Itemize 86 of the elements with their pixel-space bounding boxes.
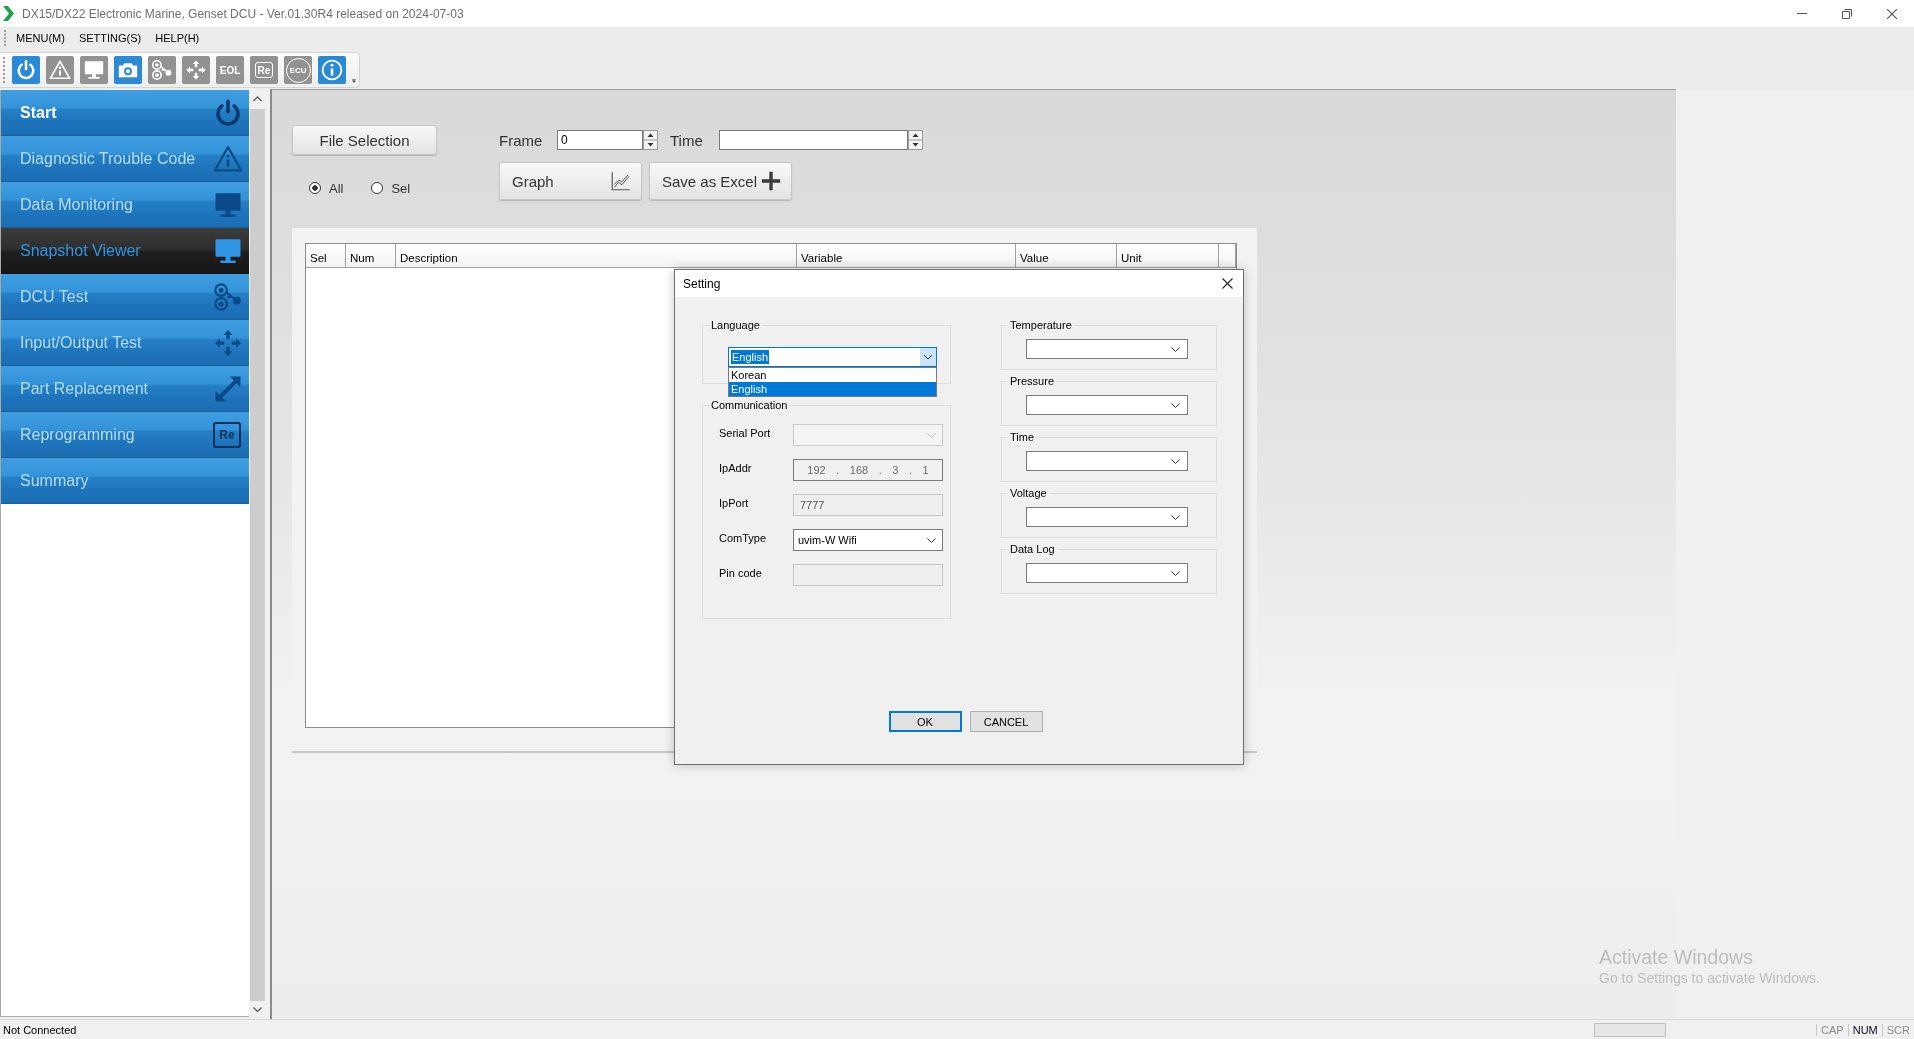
frame-field[interactable]: 0: [557, 130, 643, 150]
monitor-icon: [83, 59, 105, 81]
scroll-up-icon[interactable]: [253, 96, 262, 102]
caret-down-icon[interactable]: [352, 78, 356, 84]
action-button[interactable]: Graph: [499, 162, 642, 200]
scrollbar-thumb[interactable]: [250, 108, 265, 1001]
time-field[interactable]: [719, 130, 908, 150]
field-label: Pin code: [719, 566, 763, 579]
spinner-icon[interactable]: [643, 130, 658, 150]
dialog-button[interactable]: CANCEL: [969, 711, 1043, 732]
re-box-icon: Re: [213, 421, 241, 448]
dropdown-field[interactable]: [1026, 339, 1188, 359]
column-header: Sel: [306, 244, 346, 267]
circles-icon: [213, 281, 243, 312]
field-label: Serial Port: [719, 426, 772, 439]
line-chart-icon: [611, 171, 631, 191]
warning-icon: [213, 143, 243, 174]
field-label: Frame: [499, 131, 544, 149]
menu-item[interactable]: HELP(H): [155, 32, 200, 44]
dropdown-option[interactable]: English: [729, 382, 936, 396]
dropdown-option[interactable]: Korean: [729, 368, 936, 382]
power-icon: [213, 97, 243, 128]
group-label: Data Log: [1009, 543, 1056, 556]
dropdown-field[interactable]: [1026, 395, 1188, 415]
chevron-down-icon: [1171, 570, 1180, 576]
field-label: IpAddr: [719, 461, 753, 474]
radio-button[interactable]: [371, 182, 384, 194]
dialog-title: Setting: [683, 276, 721, 291]
toolbar-button[interactable]: [12, 56, 40, 84]
column-header: Variable: [797, 244, 1016, 267]
file-selection-button[interactable]: File Selection: [292, 125, 437, 155]
radio-button[interactable]: [309, 182, 321, 194]
dropdown-field[interactable]: [1026, 451, 1188, 471]
key-indicator: SCR: [1881, 1023, 1914, 1036]
dropdown-field[interactable]: [1026, 563, 1188, 583]
scroll-down-icon[interactable]: [253, 1006, 262, 1012]
column-header: Description: [396, 244, 797, 267]
chevron-down-icon: [927, 432, 936, 438]
field-label: ComType: [719, 531, 768, 544]
arrows-icon: [185, 59, 207, 81]
radio-label: All: [329, 180, 344, 196]
chevron-logo-icon: [3, 6, 14, 21]
circles-icon: [151, 59, 173, 81]
chevron-down-icon: [1171, 514, 1180, 520]
menu-item[interactable]: SETTING(S): [78, 32, 142, 44]
toolbar-button[interactable]: [318, 56, 346, 84]
language-dropdown[interactable]: English: [728, 347, 937, 367]
field-label: IpPort: [719, 496, 750, 509]
plus-icon: [761, 171, 781, 191]
column-header: Unit: [1117, 244, 1219, 267]
chevron-down-icon: [1171, 346, 1180, 352]
close-icon[interactable]: [1886, 8, 1897, 19]
column-header: Value: [1016, 244, 1117, 267]
spinner-icon[interactable]: [908, 130, 923, 150]
action-button[interactable]: Save as Excel: [649, 162, 792, 200]
chevron-down-icon: [1171, 402, 1180, 408]
key-indicator: CAP: [1816, 1023, 1848, 1036]
group-label: Pressure: [1009, 375, 1056, 388]
info-icon: [321, 59, 343, 81]
restore-icon[interactable]: [1841, 8, 1852, 19]
warning-icon: [49, 59, 71, 81]
window-title: DX15/DX22 Electronic Marine, Genset DCU - Ver.01.30R4 released on 2024-07-03: [22, 6, 464, 21]
column-header: Num: [346, 244, 396, 267]
dropdown-field[interactable]: [1026, 507, 1188, 527]
chevron-down-icon: [927, 537, 936, 543]
close-icon[interactable]: [1222, 278, 1233, 289]
key-indicator: NUM: [1847, 1023, 1882, 1036]
sidebar-item[interactable]: Snapshot Viewer: [1, 228, 249, 274]
sidebar-item[interactable]: Start: [1, 90, 249, 136]
minimize-icon[interactable]: [1796, 13, 1807, 14]
group-label: Communication: [710, 399, 789, 412]
toolbar-button[interactable]: [114, 56, 142, 84]
radio-label: Sel: [391, 180, 411, 196]
chevron-down-icon: [1171, 458, 1180, 464]
arrows-icon: [213, 327, 243, 358]
dropdown-field[interactable]: uvim-W Wifi: [793, 529, 943, 551]
power-icon: [15, 59, 37, 81]
group-label: Temperature: [1009, 319, 1073, 332]
menu-item[interactable]: MENU(M): [16, 32, 65, 44]
dialog-button[interactable]: OK: [888, 711, 962, 732]
field-label: Time: [670, 131, 704, 149]
group-label: Language: [710, 319, 761, 332]
chevron-down-icon: [920, 348, 936, 366]
connection-status: Not Connected: [3, 1023, 77, 1036]
group-label: Voltage: [1009, 487, 1048, 500]
group-label: Time: [1009, 431, 1036, 444]
